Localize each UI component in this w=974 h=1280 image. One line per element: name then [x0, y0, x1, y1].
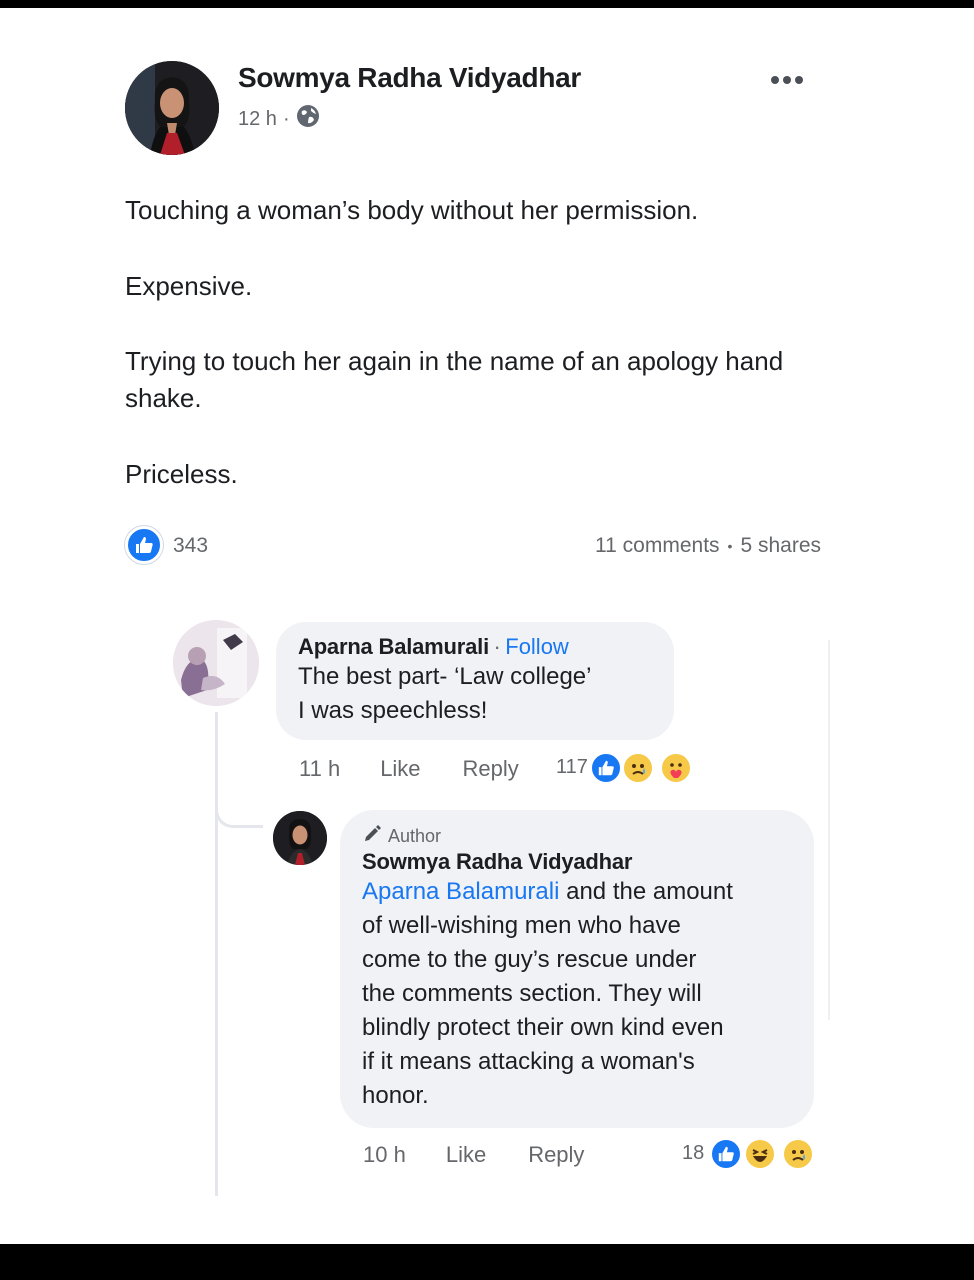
globe-icon	[296, 104, 320, 134]
name-separator: ·	[493, 634, 501, 659]
comment-reaction-count[interactable]: 117	[556, 756, 588, 779]
haha-icon	[744, 1138, 776, 1170]
meta-separator: ·	[282, 107, 290, 130]
post-text-line: Expensive.	[125, 271, 253, 301]
reply-button[interactable]: Reply	[463, 756, 519, 782]
like-icon[interactable]	[125, 526, 163, 564]
like-button[interactable]: Like	[380, 756, 420, 782]
bottom-black-bar	[0, 1244, 974, 1280]
reply-time[interactable]: 10 h	[363, 1142, 406, 1168]
commenter-avatar[interactable]	[173, 620, 259, 706]
comment-text-line: The best part- ‘Law college’	[298, 663, 592, 690]
thread-branch	[215, 800, 263, 828]
mention-link[interactable]: Aparna Balamurali	[362, 878, 559, 905]
post-stats: 11 comments • 5 shares	[595, 534, 821, 558]
reply-text-line: of well-wishing men who have	[362, 912, 681, 939]
reply-text-line: honor.	[362, 1082, 429, 1109]
comment-text-line: I was speechless!	[298, 697, 488, 724]
comment-time[interactable]: 11 h	[299, 756, 340, 782]
post-author-name[interactable]: Sowmya Radha Vidyadhar	[238, 62, 581, 94]
stats-bullet: •	[727, 538, 733, 554]
reply-button[interactable]: Reply	[528, 1142, 584, 1168]
top-black-bar	[0, 0, 974, 8]
sad-icon	[782, 1138, 814, 1170]
reply-text-first: and the amount	[559, 878, 733, 905]
reply-author-name[interactable]: Sowmya Radha Vidyadhar	[362, 849, 792, 875]
reply-text-line: if it means attacking a woman's	[362, 1048, 695, 1075]
author-badge: Author	[362, 824, 792, 849]
pen-icon	[362, 824, 382, 849]
follow-button[interactable]: Follow	[505, 634, 569, 659]
comments-count[interactable]: 11 comments	[595, 534, 720, 558]
reply-actions: 10 h Like Reply	[363, 1142, 584, 1168]
post-text-line: Trying to touch her again in the name of…	[125, 346, 784, 413]
reply-text-line: blindly protect their own kind even	[362, 1014, 724, 1041]
commenter-name[interactable]: Aparna Balamurali	[298, 634, 489, 659]
more-dot	[795, 76, 803, 84]
more-dot	[771, 76, 779, 84]
comment-actions: 11 h Like Reply	[299, 756, 519, 782]
reply-bubble: Author Sowmya Radha Vidyadhar Aparna Bal…	[340, 810, 814, 1128]
post-time[interactable]: 12 h	[238, 108, 277, 131]
shares-count[interactable]: 5 shares	[740, 534, 821, 558]
thread-line	[215, 712, 218, 1196]
like-icon	[590, 752, 622, 784]
post-meta: 12 h ·	[238, 104, 320, 134]
like-button[interactable]: Like	[446, 1142, 486, 1168]
reply-text-line: come to the guy’s rescue under	[362, 946, 697, 973]
reaction-count[interactable]: 343	[173, 534, 208, 558]
sad-icon	[622, 752, 654, 784]
author-avatar[interactable]	[125, 61, 219, 155]
author-badge-label: Author	[388, 826, 442, 846]
comment-bubble: Aparna Balamurali · Follow The best part…	[276, 622, 674, 740]
reply-reaction-count[interactable]: 18	[682, 1142, 704, 1165]
reply-text-line: the comments section. They will	[362, 980, 702, 1007]
post-text-line: Priceless.	[125, 459, 238, 489]
like-icon	[710, 1138, 742, 1170]
post-text-line: Touching a woman’s body without her perm…	[125, 195, 699, 225]
more-dot	[783, 76, 791, 84]
reply-author-avatar[interactable]	[273, 811, 327, 865]
divider	[828, 640, 830, 1020]
more-options-button[interactable]	[762, 70, 812, 90]
care-icon	[660, 752, 692, 784]
